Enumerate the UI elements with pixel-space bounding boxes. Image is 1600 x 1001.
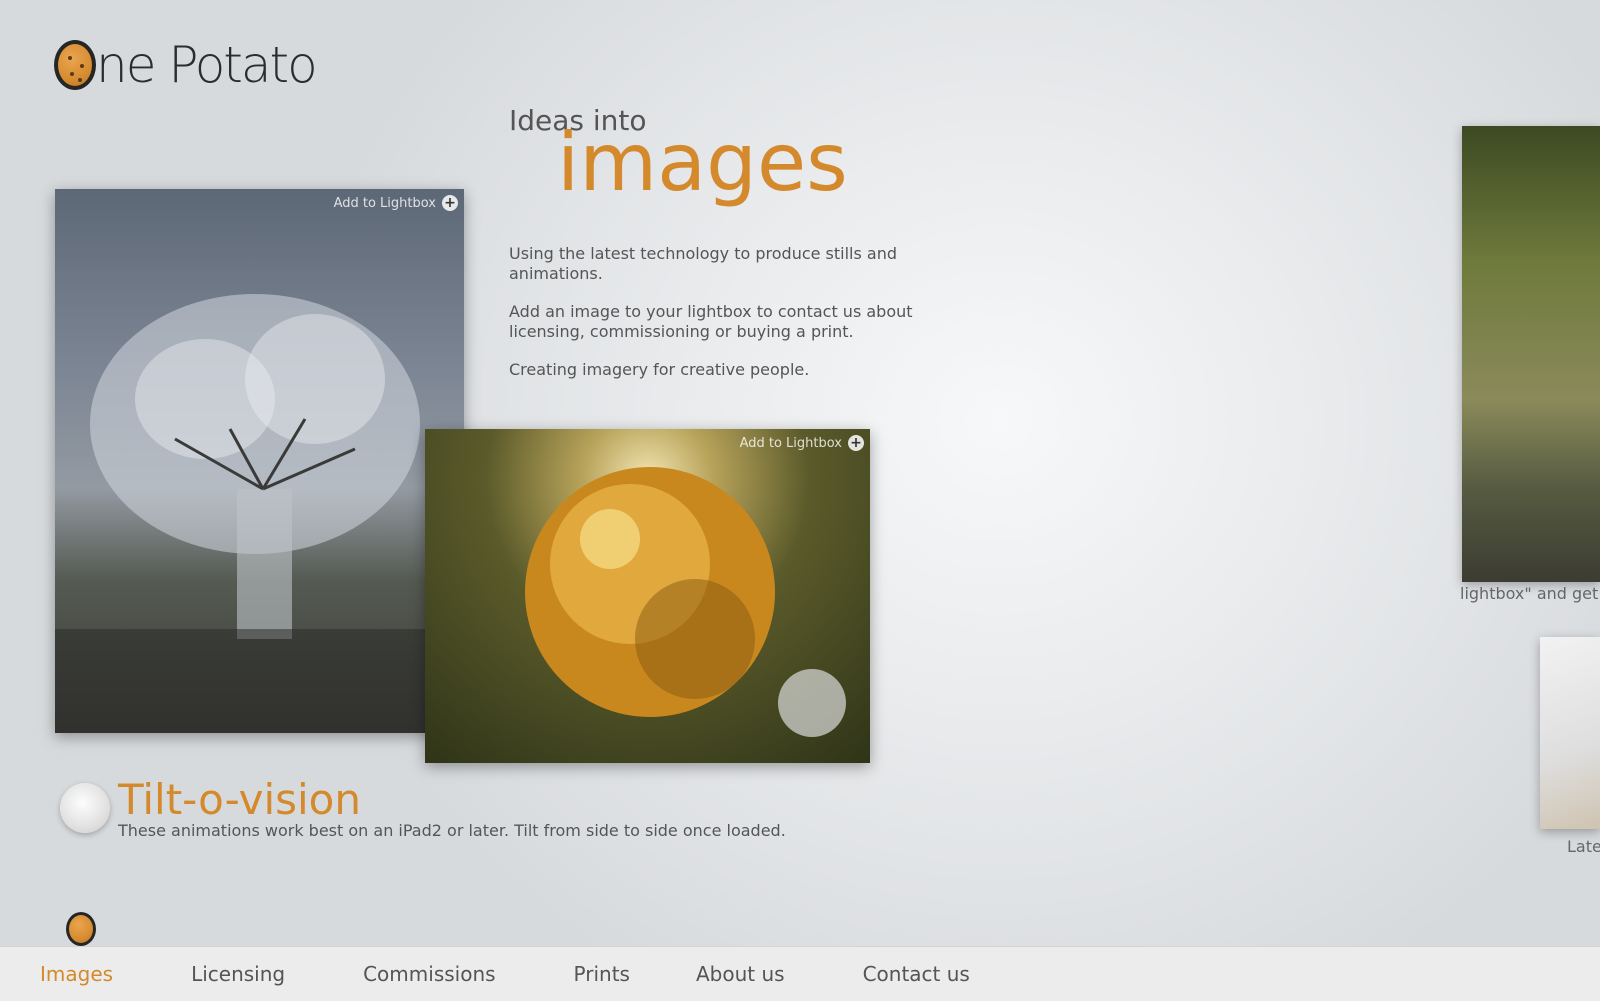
side-caption: lightbox" and get i — [1460, 584, 1600, 603]
add-to-lightbox-label: Add to Lightbox — [333, 195, 436, 211]
add-to-lightbox-label: Add to Lightbox — [739, 435, 842, 451]
leaf-sphere-image[interactable]: Add to Lightbox + — [425, 429, 870, 763]
nav-item-images[interactable]: Images — [40, 962, 113, 986]
nav-item-prints[interactable]: Prints — [574, 962, 630, 986]
bottom-nav: Images Licensing Commissions Prints Abou… — [0, 946, 1600, 1001]
potato-icon[interactable] — [66, 912, 96, 946]
nav-item-commissions[interactable]: Commissions — [363, 962, 495, 986]
tilt-description: These animations work best on an iPad2 o… — [118, 821, 786, 840]
glass-tree-image[interactable]: Add to Lightbox + — [55, 189, 464, 733]
logo[interactable]: ne Potato — [54, 36, 318, 94]
plant-pot-image[interactable] — [1462, 126, 1600, 582]
potato-logo-icon — [54, 40, 96, 90]
add-to-lightbox-button[interactable]: Add to Lightbox + — [334, 195, 458, 211]
glass-tree-illustration — [55, 294, 464, 733]
nav-item-about-us[interactable]: About us — [696, 962, 785, 986]
tilt-badge-icon[interactable] — [778, 669, 846, 737]
add-to-lightbox-button[interactable]: Add to Lightbox + — [740, 435, 864, 451]
intro-copy: Using the latest technology to produce s… — [509, 244, 929, 398]
intro-paragraph: Using the latest technology to produce s… — [509, 244, 898, 283]
nav-item-licensing[interactable]: Licensing — [191, 962, 285, 986]
intro-paragraph: Creating imagery for creative people. — [509, 360, 810, 379]
plus-circle-icon: + — [848, 435, 864, 451]
nav-item-contact-us[interactable]: Contact us — [863, 962, 970, 986]
side-caption: Late — [1567, 837, 1600, 856]
hero-heading: Ideas into images — [509, 104, 848, 203]
plus-circle-icon: + — [442, 195, 458, 211]
logo-text: ne Potato — [96, 36, 318, 94]
side-image[interactable] — [1540, 637, 1600, 829]
intro-paragraph: Add an image to your lightbox to contact… — [509, 302, 913, 341]
tilt-title: Tilt-o-vision — [118, 775, 361, 824]
tilt-icon — [60, 783, 110, 833]
hero-headline: images — [557, 116, 848, 209]
